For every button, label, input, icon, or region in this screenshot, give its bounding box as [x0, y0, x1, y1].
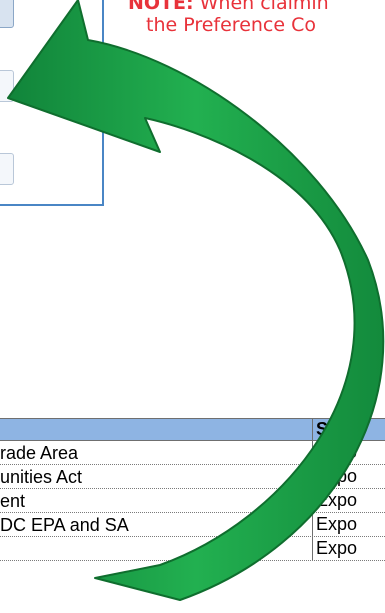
- partial-button-middle[interactable]: [0, 70, 14, 102]
- row-col1: rade Area: [0, 443, 79, 463]
- row-col1-a: DC EPA and SA: [0, 515, 129, 535]
- note-line1: When claimin: [193, 0, 329, 14]
- row-col1: DC EPA and SA A): [0, 514, 265, 536]
- row-col2: Expo: [312, 513, 357, 536]
- table-row[interactable]: DC EPA and SA A) Expo: [0, 513, 385, 537]
- note-line2: the Preference Co: [146, 14, 316, 36]
- table-row[interactable]: ent Expo: [0, 489, 385, 513]
- preference-table: Se rade Area Expo unities Act Expo ent E…: [0, 418, 385, 561]
- row-col1-b: A): [246, 515, 265, 535]
- table-row[interactable]: Expo: [0, 537, 385, 561]
- partial-button-lower[interactable]: [0, 153, 14, 185]
- row-col1: ent: [0, 491, 26, 511]
- table-row[interactable]: unities Act Expo: [0, 465, 385, 489]
- partial-button-top[interactable]: [0, 0, 14, 28]
- row-col2: Expo: [312, 537, 357, 560]
- highlight-frame: [0, 0, 104, 206]
- row-col2: Expo: [312, 465, 357, 488]
- note-text: NOTE: When claimin the Preference Co: [128, 0, 385, 36]
- row-col2: Expo: [312, 489, 357, 512]
- header-col2: Se: [312, 419, 385, 440]
- row-col1: unities Act: [0, 467, 83, 487]
- row-col2: Expo: [312, 441, 357, 464]
- table-row[interactable]: rade Area Expo: [0, 441, 385, 465]
- note-label: NOTE:: [128, 0, 194, 14]
- table-header: Se: [0, 418, 385, 441]
